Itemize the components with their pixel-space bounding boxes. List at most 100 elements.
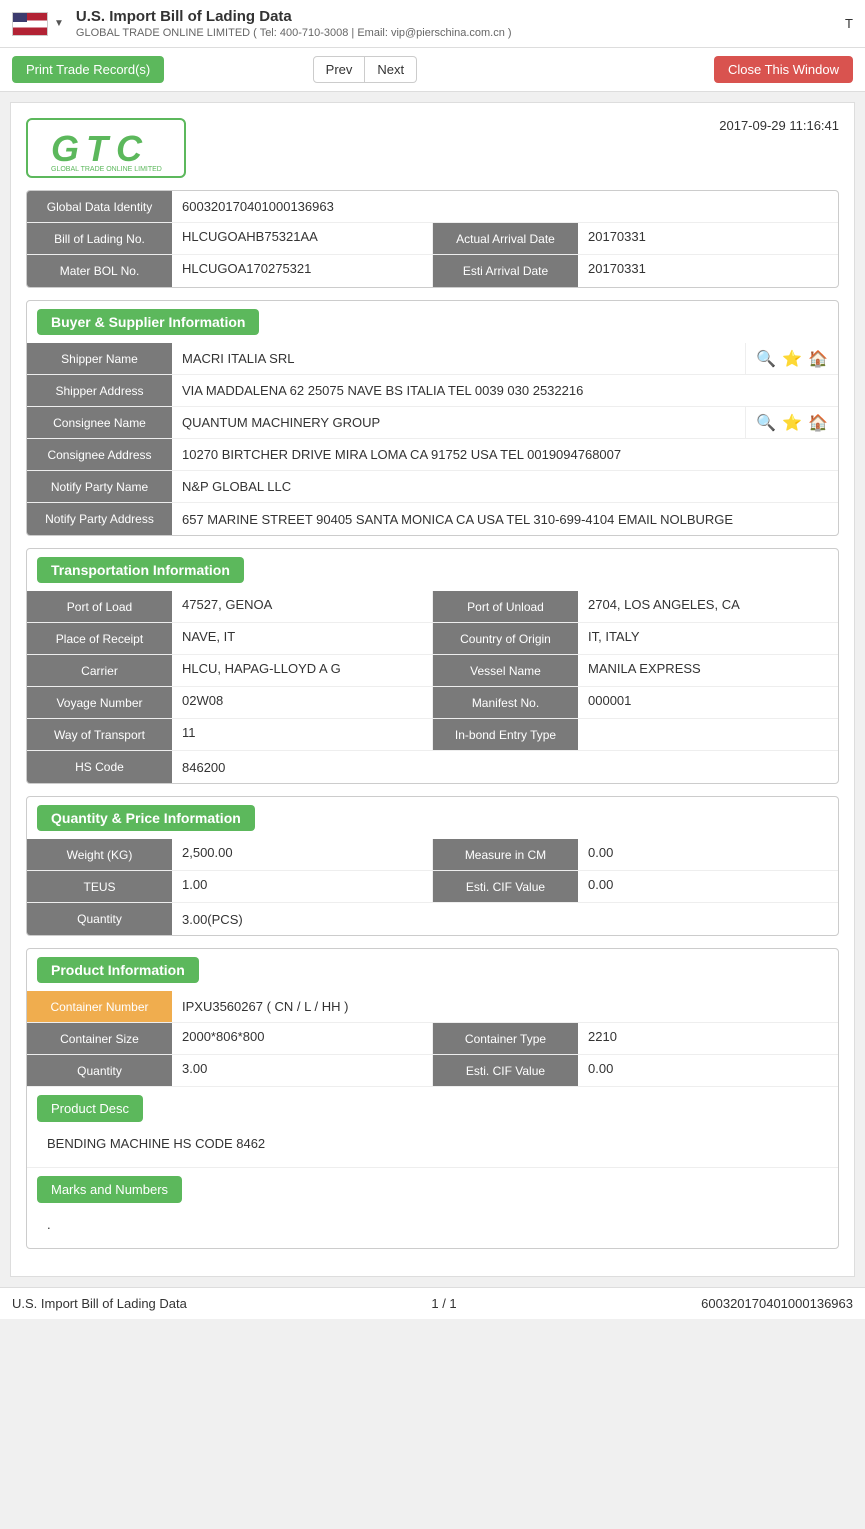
footer-right: 600320170401000136963 [701, 1296, 853, 1311]
consignee-name-value: QUANTUM MACHINERY GROUP [172, 407, 746, 438]
footer-left: U.S. Import Bill of Lading Data [12, 1296, 187, 1311]
product-desc-value: BENDING MACHINE HS CODE 8462 [37, 1128, 275, 1159]
measure-value: 0.00 [578, 839, 838, 870]
notify-party-address-row: Notify Party Address 657 MARINE STREET 9… [27, 503, 838, 535]
svg-text:C: C [116, 128, 143, 169]
esti-cif-half: Esti. CIF Value 0.00 [432, 871, 838, 902]
product-quantity-label: Quantity [27, 1055, 172, 1086]
consignee-search-icon[interactable]: 🔍 [756, 413, 776, 433]
hs-code-row: HS Code 846200 [27, 751, 838, 783]
shipper-name-value: MACRI ITALIA SRL [172, 343, 746, 374]
consignee-address-row: Consignee Address 10270 BIRTCHER DRIVE M… [27, 439, 838, 471]
quantity-label: Quantity [27, 903, 172, 935]
nav-group: Prev Next [313, 56, 417, 83]
container-size-half: Container Size 2000*806*800 [27, 1023, 432, 1054]
voyage-manifest-row: Voyage Number 02W08 Manifest No. 000001 [27, 687, 838, 719]
manifest-label: Manifest No. [433, 687, 578, 718]
esti-cif-label: Esti. CIF Value [433, 871, 578, 902]
prev-button[interactable]: Prev [313, 56, 366, 83]
container-type-label: Container Type [433, 1023, 578, 1054]
product-desc-button[interactable]: Product Desc [37, 1095, 143, 1122]
weight-half: Weight (KG) 2,500.00 [27, 839, 432, 870]
bol-row: Bill of Lading No. HLCUGOAHB75321AA Actu… [27, 223, 838, 255]
shipper-address-value: VIA MADDALENA 62 25075 NAVE BS ITALIA TE… [172, 375, 838, 406]
voyage-half: Voyage Number 02W08 [27, 687, 432, 718]
product-header: Product Information [27, 949, 838, 991]
app-subtitle: GLOBAL TRADE ONLINE LIMITED ( Tel: 400-7… [76, 27, 512, 39]
container-number-label: Container Number [27, 991, 172, 1022]
product-esti-cif-label: Esti. CIF Value [433, 1055, 578, 1086]
transport-inbond-row: Way of Transport 11 In-bond Entry Type [27, 719, 838, 751]
bol-half: Bill of Lading No. HLCUGOAHB75321AA [27, 223, 432, 254]
next-button[interactable]: Next [365, 56, 417, 83]
voyage-label: Voyage Number [27, 687, 172, 718]
consignee-home-icon[interactable]: 🏠 [808, 413, 828, 433]
consignee-name-row: Consignee Name QUANTUM MACHINERY GROUP 🔍… [27, 407, 838, 439]
container-size-type-row: Container Size 2000*806*800 Container Ty… [27, 1023, 838, 1055]
shipper-name-row: Shipper Name MACRI ITALIA SRL 🔍 ⭐ 🏠 [27, 343, 838, 375]
shipper-address-label: Shipper Address [27, 375, 172, 406]
product-section: Product Information Container Number IPX… [26, 948, 839, 1249]
actual-arrival-label: Actual Arrival Date [433, 223, 578, 254]
carrier-half: Carrier HLCU, HAPAG-LLOYD A G [27, 655, 432, 686]
place-country-row: Place of Receipt NAVE, IT Country of Ori… [27, 623, 838, 655]
quantity-row: Quantity 3.00(PCS) [27, 903, 838, 935]
esti-cif-value: 0.00 [578, 871, 838, 902]
buyer-supplier-header: Buyer & Supplier Information [27, 301, 838, 343]
country-origin-value: IT, ITALY [578, 623, 838, 654]
port-unload-label: Port of Unload [433, 591, 578, 622]
close-button[interactable]: Close This Window [714, 56, 853, 83]
consignee-name-label: Consignee Name [27, 407, 172, 438]
timestamp: 2017-09-29 11:16:41 [719, 118, 839, 133]
notify-party-name-value: N&P GLOBAL LLC [172, 471, 838, 502]
notify-party-name-label: Notify Party Name [27, 471, 172, 502]
product-title: Product Information [37, 957, 199, 983]
global-data-row: Global Data Identity 6003201704010001369… [27, 191, 838, 223]
bol-label: Bill of Lading No. [27, 223, 172, 254]
shipper-name-label: Shipper Name [27, 343, 172, 374]
transportation-title: Transportation Information [37, 557, 244, 583]
consignee-star-icon[interactable]: ⭐ [782, 413, 802, 433]
port-load-unload-row: Port of Load 47527, GENOA Port of Unload… [27, 591, 838, 623]
actual-arrival-value: 20170331 [578, 223, 838, 254]
container-type-half: Container Type 2210 [432, 1023, 838, 1054]
marks-numbers-value: . [37, 1209, 61, 1240]
container-size-value: 2000*806*800 [172, 1023, 432, 1054]
main-content: G T C GLOBAL TRADE ONLINE LIMITED 2017-0… [10, 102, 855, 1277]
hs-code-label: HS Code [27, 751, 172, 783]
quantity-value: 3.00(PCS) [172, 903, 838, 935]
shipper-search-icon[interactable]: 🔍 [756, 349, 776, 369]
way-transport-value: 11 [172, 719, 432, 750]
shipper-star-icon[interactable]: ⭐ [782, 349, 802, 369]
port-load-half: Port of Load 47527, GENOA [27, 591, 432, 622]
toolbar: Print Trade Record(s) Prev Next Close Th… [0, 48, 865, 92]
manifest-value: 000001 [578, 687, 838, 718]
print-button[interactable]: Print Trade Record(s) [12, 56, 164, 83]
vessel-label: Vessel Name [433, 655, 578, 686]
product-quantity-cif-row: Quantity 3.00 Esti. CIF Value 0.00 [27, 1055, 838, 1087]
svg-text:T: T [86, 128, 111, 169]
carrier-label: Carrier [27, 655, 172, 686]
product-quantity-half: Quantity 3.00 [27, 1055, 432, 1086]
carrier-vessel-row: Carrier HLCU, HAPAG-LLOYD A G Vessel Nam… [27, 655, 838, 687]
app-title: U.S. Import Bill of Lading Data [76, 8, 512, 25]
port-load-value: 47527, GENOA [172, 591, 432, 622]
country-origin-label: Country of Origin [433, 623, 578, 654]
identity-section: Global Data Identity 6003201704010001369… [26, 190, 839, 288]
container-type-value: 2210 [578, 1023, 838, 1054]
way-transport-label: Way of Transport [27, 719, 172, 750]
vessel-value: MANILA EXPRESS [578, 655, 838, 686]
shipper-address-row: Shipper Address VIA MADDALENA 62 25075 N… [27, 375, 838, 407]
country-origin-half: Country of Origin IT, ITALY [432, 623, 838, 654]
us-flag-icon [12, 12, 48, 36]
notify-party-address-label: Notify Party Address [27, 503, 172, 535]
container-number-row: Container Number IPXU3560267 ( CN / L / … [27, 991, 838, 1023]
buyer-supplier-title: Buyer & Supplier Information [37, 309, 259, 335]
transportation-header: Transportation Information [27, 549, 838, 591]
inbond-label: In-bond Entry Type [433, 719, 578, 750]
marks-numbers-row: Marks and Numbers . [27, 1168, 838, 1248]
marks-numbers-button[interactable]: Marks and Numbers [37, 1176, 182, 1203]
shipper-home-icon[interactable]: 🏠 [808, 349, 828, 369]
master-bol-label: Mater BOL No. [27, 255, 172, 287]
flag-dropdown-arrow[interactable]: ▼ [54, 18, 64, 29]
